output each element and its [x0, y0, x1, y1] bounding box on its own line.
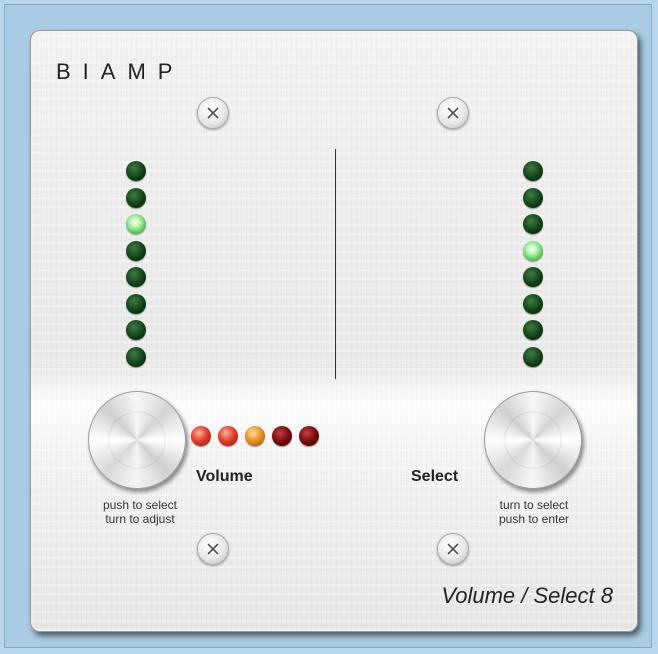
select-caption-line1: turn to select [499, 498, 569, 512]
volume-level-led [126, 240, 146, 261]
volume-label: Volume [196, 468, 253, 485]
volume-caption: push to select turn to adjust [75, 498, 205, 526]
center-divider [335, 149, 336, 379]
volume-caption-line1: push to select [102, 498, 178, 512]
select-level-led [523, 161, 543, 181]
volume-caption-line2: turn to adjust [105, 512, 175, 526]
select-level-led [523, 320, 543, 340]
volume-level-led [126, 161, 146, 181]
volume-indicator-led [272, 426, 292, 446]
select-level-led [523, 267, 543, 287]
volume-level-led [126, 267, 146, 287]
select-label: Select [411, 468, 459, 485]
select-knob[interactable] [484, 391, 582, 489]
screw-icon [197, 97, 229, 129]
volume-level-led [126, 320, 146, 340]
volume-indicator-led [191, 426, 211, 446]
model-name: Volume / Select 8 [441, 583, 613, 608]
select-level-led [523, 346, 543, 367]
volume-level-led [126, 346, 146, 367]
select-caption: turn to select push to enter [469, 498, 599, 526]
volume-knob[interactable] [88, 391, 186, 489]
select-level-led [523, 214, 543, 234]
volume-level-led [126, 293, 146, 314]
volume-indicator-led [299, 426, 319, 446]
volume-indicator-led [245, 426, 265, 446]
brand-logo: BIAMP [56, 59, 185, 84]
screw-icon [437, 533, 469, 565]
volume-indicator-led [218, 426, 238, 446]
volume-level-led [126, 214, 146, 234]
volume-level-led [126, 187, 146, 208]
screw-icon [437, 97, 469, 129]
select-caption-line2: push to enter [498, 512, 570, 526]
screw-icon [197, 533, 229, 565]
select-level-led [523, 187, 543, 208]
wall-plate: BIAMP Volume Select push to select turn … [30, 30, 638, 632]
select-level-led [523, 293, 543, 314]
select-level-led [523, 240, 543, 261]
